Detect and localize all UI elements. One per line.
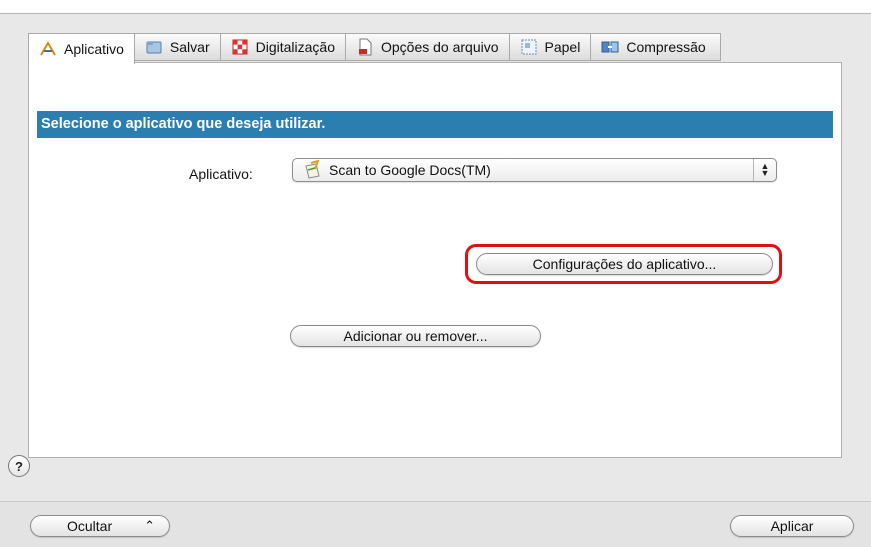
tab-opcoes-do-arquivo[interactable]: Opções do arquivo bbox=[345, 33, 510, 61]
app-field-label: Aplicativo: bbox=[189, 166, 253, 182]
app-select-value: Scan to Google Docs(TM) bbox=[329, 162, 491, 178]
digitalizacao-icon bbox=[231, 38, 249, 56]
panel-header: Selecione o aplicativo que deseja utiliz… bbox=[37, 111, 833, 138]
scan-to-google-docs-icon bbox=[303, 159, 323, 180]
salvar-icon bbox=[145, 38, 163, 56]
bottom-bar: Ocultar ⌃ Aplicar bbox=[0, 501, 871, 547]
hide-button[interactable]: Ocultar ⌃ bbox=[30, 515, 170, 537]
tab-label: Opções do arquivo bbox=[380, 39, 499, 55]
app-settings-button[interactable]: Configurações do aplicativo... bbox=[476, 253, 773, 275]
add-remove-button[interactable]: Adicionar ou remover... bbox=[290, 325, 541, 347]
compression-icon bbox=[601, 38, 619, 56]
tab-label: Papel bbox=[544, 39, 581, 55]
tab-content-panel: Selecione o aplicativo que deseja utiliz… bbox=[28, 62, 842, 458]
help-button[interactable]: ? bbox=[8, 455, 30, 477]
tab-label: Salvar bbox=[169, 39, 210, 55]
aplicativo-icon bbox=[39, 40, 57, 58]
tab-label: Aplicativo bbox=[64, 41, 124, 57]
tab-papel[interactable]: Papel bbox=[509, 33, 592, 61]
tab-salvar[interactable]: Salvar bbox=[134, 33, 221, 61]
tab-label: Digitalização bbox=[255, 39, 335, 55]
top-background bbox=[0, 0, 871, 13]
app-select[interactable]: Scan to Google Docs(TM) ▲ ▼ bbox=[292, 158, 777, 182]
tab-aplicativo[interactable]: Aplicativo bbox=[28, 33, 135, 64]
tab-digitalizacao[interactable]: Digitalização bbox=[220, 33, 346, 61]
scan-settings-window: Aplicativo Salvar Digitalização Opções d… bbox=[0, 13, 871, 547]
file-options-icon bbox=[356, 38, 374, 56]
tab-compressao[interactable]: Compressão bbox=[591, 33, 721, 61]
select-arrows-icon: ▲ ▼ bbox=[753, 159, 776, 181]
tab-bar: Aplicativo Salvar Digitalização Opções d… bbox=[28, 33, 721, 64]
paper-icon bbox=[520, 38, 538, 56]
tab-label: Compressão bbox=[626, 39, 706, 55]
apply-button[interactable]: Aplicar bbox=[730, 515, 854, 537]
